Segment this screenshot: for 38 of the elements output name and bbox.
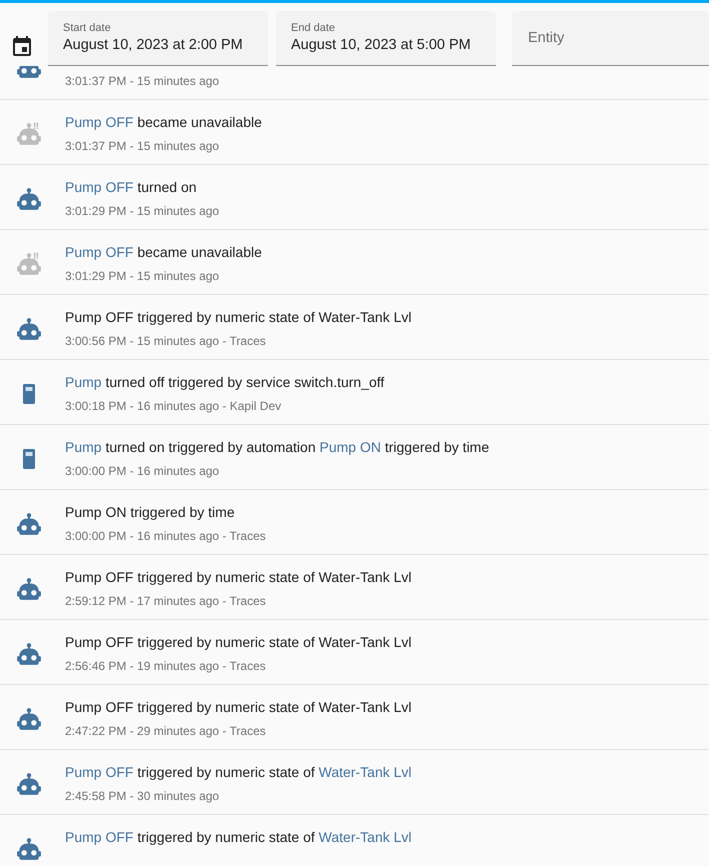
event-time: 3:00:00 PM - 16 minutes ago bbox=[65, 463, 220, 479]
entity-link[interactable]: Pump OFF bbox=[65, 179, 134, 195]
event-message: Pump OFF became unavailable bbox=[65, 243, 262, 262]
end-date-field[interactable]: End date August 10, 2023 at 5:00 PM bbox=[276, 10, 496, 66]
event-message: Pump OFF became unavailable bbox=[65, 113, 262, 132]
event-time: 3:00:00 PM - 16 minutes ago - Traces bbox=[65, 528, 266, 544]
event-message: Pump OFF triggered by numeric state of Water-Tank Lvl bbox=[65, 633, 412, 652]
event-time: 3:01:37 PM - 15 minutes ago bbox=[65, 73, 220, 89]
entity-link[interactable]: Pump OFF bbox=[65, 764, 134, 780]
event-message: Pump OFF triggered by numeric state of Water-Tank Lvl bbox=[65, 763, 412, 782]
event-time: 2:47:22 PM - 29 minutes ago - Traces bbox=[65, 723, 267, 739]
event-time: 3:01:29 PM - 15 minutes ago bbox=[65, 268, 220, 284]
entity-link[interactable]: Pump OFF bbox=[65, 114, 134, 130]
event-message: Pump turned on triggered by automation Pump ON triggered by time bbox=[65, 438, 490, 457]
event-time: 3:00:18 PM - 16 minutes ago - Kapil Dev bbox=[65, 398, 282, 414]
event-time: 3:01:29 PM - 15 minutes ago bbox=[65, 203, 220, 219]
event-time: 2:59:12 PM - 17 minutes ago - Traces bbox=[65, 593, 267, 609]
event-time: 3:00:56 PM - 15 minutes ago - Traces bbox=[65, 333, 267, 349]
event-time: 3:01:37 PM - 15 minutes ago bbox=[65, 138, 220, 154]
event-time: 2:45:58 PM - 30 minutes ago bbox=[65, 788, 220, 804]
event-message: Pump OFF triggered by numeric state of Water-Tank Lvl bbox=[65, 308, 412, 327]
event-message: Pump OFF triggered by numeric state of Water-Tank Lvl bbox=[65, 698, 412, 717]
event-message: Pump OFF turned on bbox=[65, 178, 198, 197]
entity-link[interactable]: Pump ON bbox=[320, 439, 381, 455]
entity-field[interactable]: Entity bbox=[512, 10, 709, 66]
event-message: Pump OFF triggered by numeric state of Water-Tank Lvl bbox=[65, 568, 412, 587]
entity-link[interactable]: Pump bbox=[65, 374, 102, 390]
event-message: Pump OFF triggered by numeric state of Water-Tank Lvl bbox=[65, 828, 412, 847]
entity-link[interactable]: Pump bbox=[65, 439, 102, 455]
entity-link[interactable]: Water-Tank Lvl bbox=[318, 764, 412, 780]
event-message: Pump ON triggered by time bbox=[65, 503, 236, 522]
event-time: 2:56:46 PM - 19 minutes ago - Traces bbox=[65, 658, 267, 674]
entity-link[interactable]: Water-Tank Lvl bbox=[318, 829, 412, 845]
entity-link[interactable]: Pump OFF bbox=[65, 244, 134, 260]
calendar-icon[interactable] bbox=[10, 35, 34, 59]
entity-link[interactable]: Pump OFF bbox=[65, 829, 134, 845]
event-message: Pump turned off triggered by service switch.turn_off bbox=[65, 373, 384, 392]
start-date-field[interactable]: Start date August 10, 2023 at 2:00 PM bbox=[48, 10, 268, 66]
